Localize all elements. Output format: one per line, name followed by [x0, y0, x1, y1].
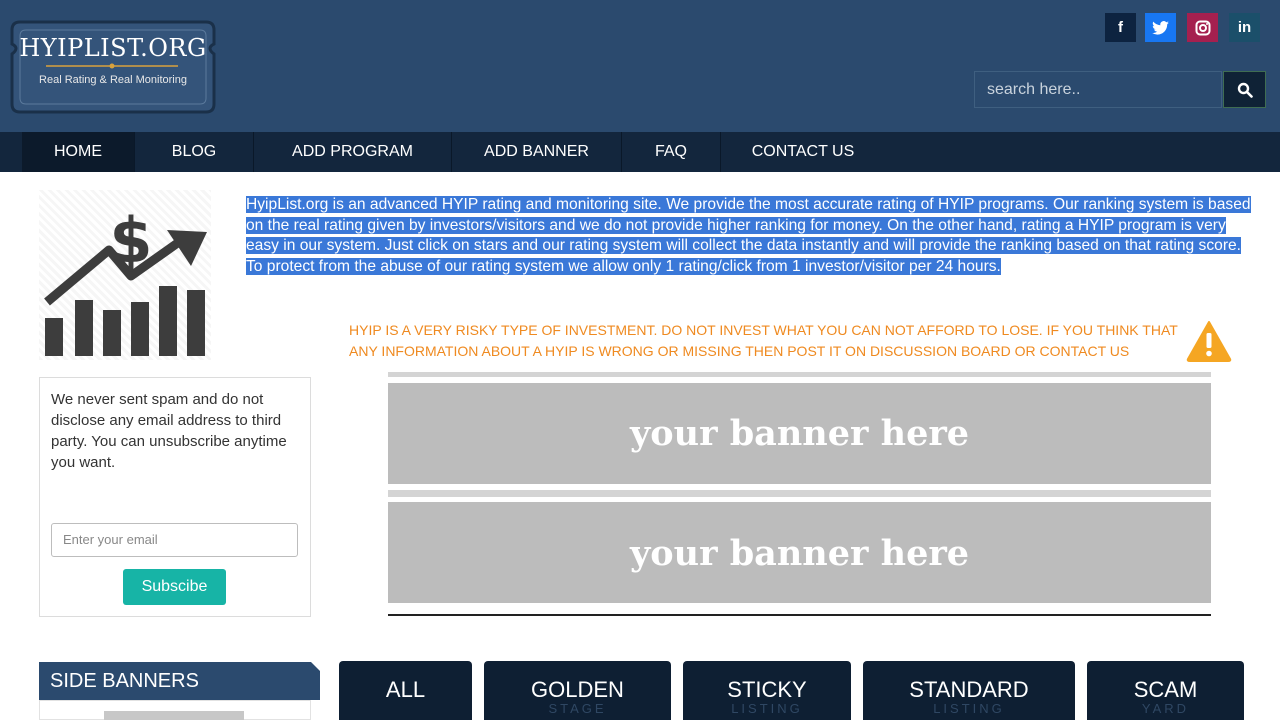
- tab-sticky[interactable]: STICKY LISTING: [683, 661, 851, 720]
- search-button[interactable]: [1223, 71, 1266, 108]
- ad-banner[interactable]: your banner here: [388, 502, 1211, 603]
- nav-home[interactable]: HOME: [22, 132, 135, 172]
- tab-scam[interactable]: SCAM YARD: [1087, 661, 1244, 720]
- logo-frame-icon: [10, 20, 216, 114]
- ad-banner[interactable]: your banner here: [388, 383, 1211, 484]
- tab-sublabel: YARD: [1141, 701, 1190, 716]
- nav-blog[interactable]: BLOG: [135, 132, 254, 172]
- main-nav: HOME BLOG ADD PROGRAM ADD BANNER FAQ CON…: [0, 132, 1280, 172]
- warning-text: HYIP IS A VERY RISKY TYPE OF INVESTMENT.…: [349, 322, 1178, 359]
- search-input[interactable]: search here..: [974, 71, 1222, 108]
- site-header: HYIPLIST.ORG Real Rating & Real Monitori…: [0, 0, 1280, 132]
- side-banners-heading: SIDE BANNERS: [39, 662, 321, 700]
- banner-divider: [388, 490, 1211, 497]
- intro-text: HyipList.org is an advanced HYIP rating …: [246, 195, 1254, 277]
- nav-faq[interactable]: FAQ: [622, 132, 721, 172]
- site-logo[interactable]: HYIPLIST.ORG Real Rating & Real Monitori…: [6, 14, 220, 120]
- search-icon: [1237, 82, 1253, 98]
- linkedin-icon[interactable]: in: [1229, 13, 1260, 42]
- warning-icon: [1186, 320, 1232, 367]
- side-banner-image[interactable]: [104, 711, 244, 720]
- tab-label: SCAM: [1133, 677, 1198, 702]
- logo-title: HYIPLIST.ORG: [19, 34, 207, 62]
- intro-text-selected: HyipList.org is an advanced HYIP rating …: [246, 196, 1251, 275]
- svg-text:$: $: [109, 204, 152, 277]
- tab-label: GOLDEN: [531, 677, 624, 702]
- instagram-icon[interactable]: [1187, 13, 1218, 42]
- subscribe-button[interactable]: Subscibe: [123, 569, 226, 605]
- tab-golden[interactable]: GOLDEN STAGE: [484, 661, 671, 720]
- tab-all[interactable]: ALL: [339, 661, 472, 720]
- nav-contact-us[interactable]: CONTACT US: [721, 132, 885, 172]
- tab-label: STANDARD: [909, 677, 1029, 702]
- twitter-icon[interactable]: [1145, 13, 1176, 42]
- nav-add-program[interactable]: ADD PROGRAM: [254, 132, 452, 172]
- newsletter-text: We never sent spam and do not disclose a…: [51, 391, 287, 471]
- banner-divider: [388, 614, 1211, 616]
- banner-divider: [388, 372, 1211, 377]
- email-field[interactable]: Enter your email: [51, 523, 298, 557]
- tab-label: STICKY: [727, 677, 807, 702]
- tab-standard[interactable]: STANDARD LISTING: [863, 661, 1075, 720]
- tab-sublabel: LISTING: [731, 701, 803, 716]
- newsletter-box: We never sent spam and do not disclose a…: [39, 377, 311, 617]
- logo-subtitle: Real Rating & Real Monitoring: [39, 74, 187, 86]
- growth-chart-icon: $: [39, 190, 211, 360]
- tab-sublabel: LISTING: [933, 701, 1005, 716]
- facebook-icon[interactable]: f: [1105, 13, 1136, 42]
- tab-sublabel: STAGE: [548, 701, 607, 716]
- nav-add-banner[interactable]: ADD BANNER: [452, 132, 622, 172]
- tab-label: ALL: [385, 677, 426, 702]
